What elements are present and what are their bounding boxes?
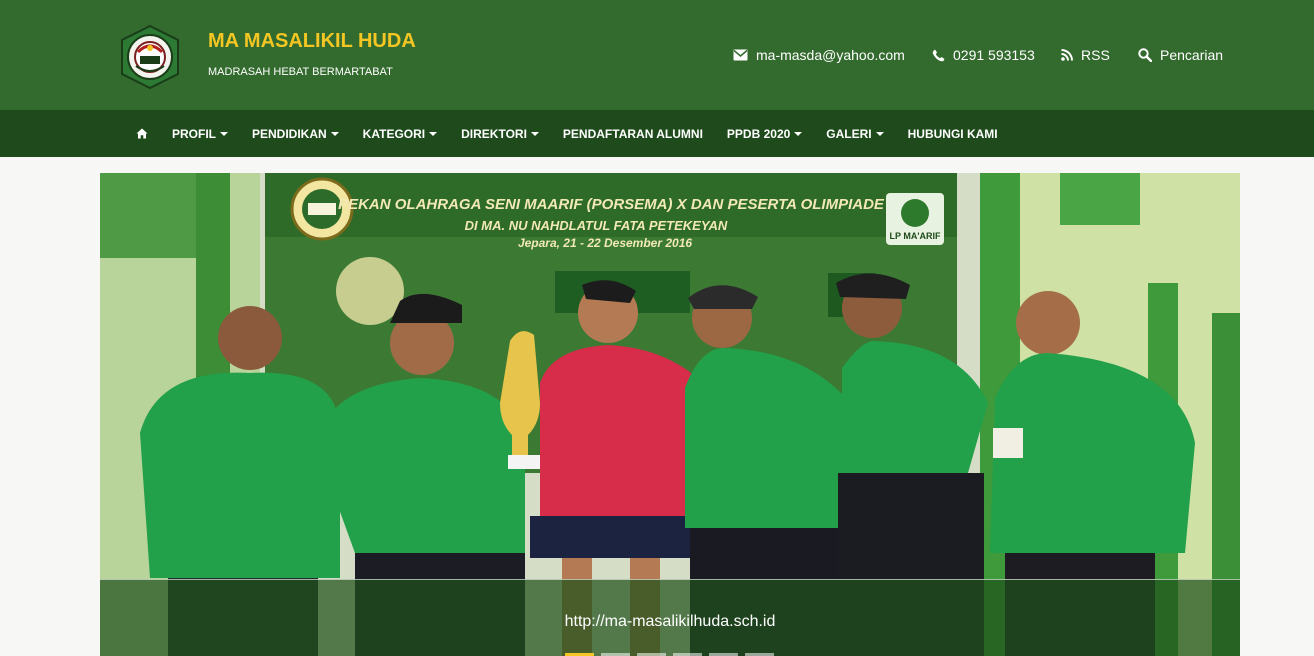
main-navigation: PROFIL PENDIDIKAN KATEGORI DIREKTORI PEN… [0,110,1314,157]
hero-slider[interactable]: LP MA'ARIF PEKAN OLAHRAGA SENI MAARIF (P… [100,173,1240,656]
nav-item-label: PENDIDIKAN [252,126,327,141]
contact-email[interactable]: ma-masda@yahoo.com [733,46,905,64]
nav-item-hubungi-kami[interactable]: HUBUNGI KAMI [908,127,998,141]
nav-item-pendaftaran-alumni[interactable]: PENDAFTARAN ALUMNI [563,127,703,141]
slider-caption-text: http://ma-masalikilhuda.sch.id [564,613,776,630]
site-title[interactable]: MA MASALIKIL HUDA [208,30,416,53]
phone-icon [932,49,945,61]
caret-down-icon [530,131,539,136]
nav-item-label: DIREKTORI [461,126,527,141]
nav-item-label: PROFIL [172,126,216,141]
contact-phone[interactable]: 0291 593153 [932,46,1035,64]
nav-item-galeri[interactable]: GALERI [826,126,884,141]
nav-item-pendidikan[interactable]: PENDIDIKAN [252,127,339,141]
rss-link[interactable]: RSS [1061,46,1110,64]
school-logo[interactable] [118,24,182,90]
envelope-icon [733,49,748,61]
caret-down-icon [794,131,803,136]
banner-line1: PEKAN OLAHRAGA SENI MAARIF (PORSEMA) X D… [338,196,885,213]
caret-down-icon [330,131,339,136]
search-label[interactable]: Pencarian [1160,47,1223,63]
nav-item-ppdb-2020[interactable]: PPDB 2020 [726,126,803,141]
school-emblem-icon [121,24,179,90]
nav-item-label: PENDAFTARAN ALUMNI [562,126,703,141]
search-button[interactable]: Pencarian [1138,46,1223,64]
contact-phone-text[interactable]: 0291 593153 [953,47,1035,63]
caret-down-icon [429,131,438,136]
nav-item-profil[interactable]: PROFIL [172,127,228,141]
nav-list: PROFIL PENDIDIKAN KATEGORI DIREKTORI PEN… [136,110,1022,157]
caret-down-icon [875,131,884,136]
site-header: MA MASALIKIL HUDA MADRASAH HEBAT BERMART… [0,0,1314,110]
nav-item-direktori[interactable]: DIREKTORI [461,127,539,141]
caret-down-icon [220,131,228,136]
rss-label[interactable]: RSS [1081,47,1110,63]
nav-item-kategori[interactable]: KATEGORI [362,126,438,141]
nav-item-label: GALERI [826,126,872,141]
banner-badge: LP MA'ARIF [890,231,941,241]
nav-item-label: HUBUNGI KAMI [907,126,998,141]
slider-caption: http://ma-masalikilhuda.sch.id [100,579,1240,656]
nav-item-label: KATEGORI [362,126,426,141]
banner-line3: Jepara, 21 - 22 Desember 2016 [518,236,692,250]
nav-item-label: PPDB 2020 [726,126,791,141]
site-tagline: MADRASAH HEBAT BERMARTABAT [208,66,393,78]
rss-icon [1061,49,1073,61]
home-icon [136,128,148,139]
banner-line2: DI MA. NU NAHDLATUL FATA PETEKEYAN [465,218,728,233]
contact-email-text[interactable]: ma-masda@yahoo.com [756,47,905,63]
nav-home[interactable] [136,128,148,139]
search-icon [1138,48,1152,62]
